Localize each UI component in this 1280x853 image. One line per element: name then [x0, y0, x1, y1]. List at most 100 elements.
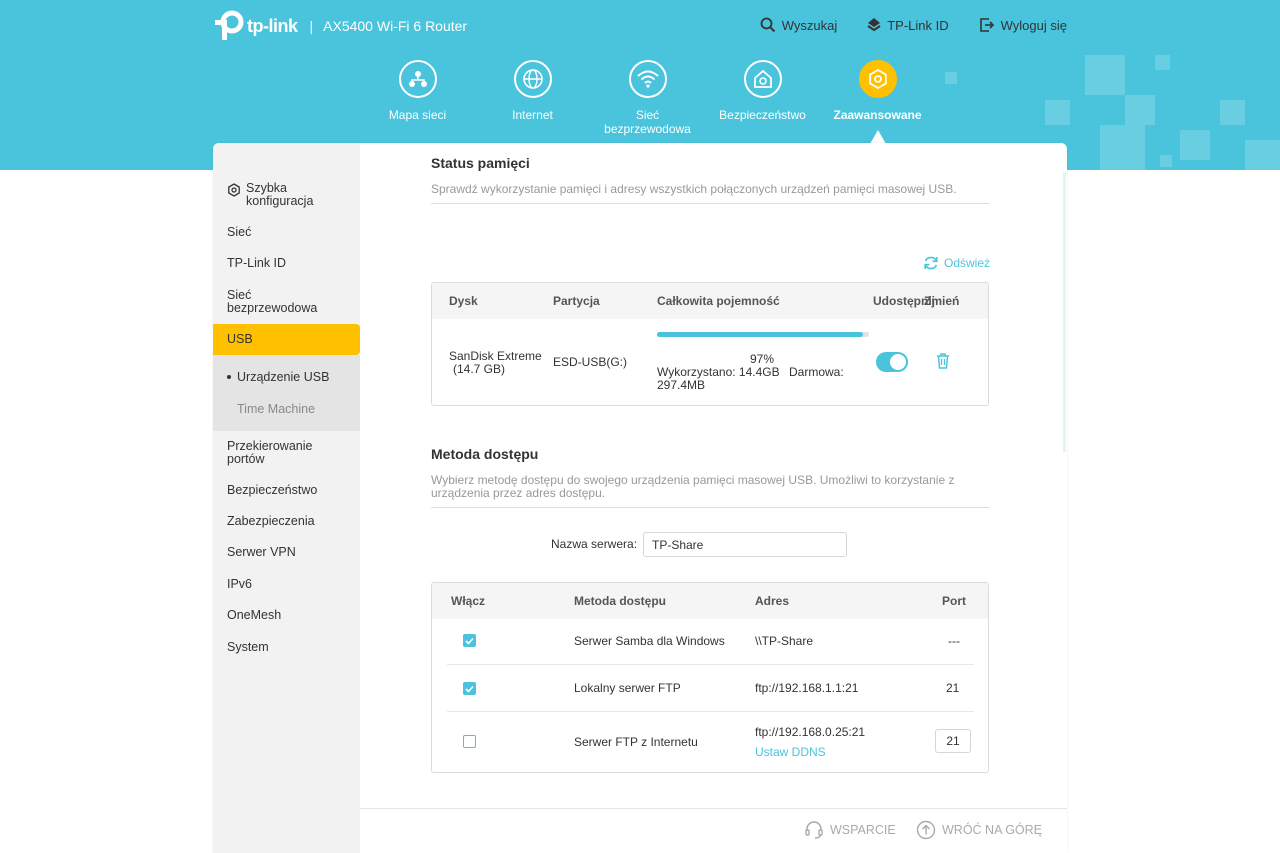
- wifi-icon: [636, 70, 659, 88]
- logo-separator: |: [309, 18, 314, 34]
- decor-pixel: [1045, 100, 1070, 125]
- back-to-top-link[interactable]: WRÓĆ NA GÓRĘ: [916, 820, 1042, 840]
- search-icon: [760, 17, 775, 33]
- content-area: Status pamięci Sprawdź wykorzystanie pam…: [360, 143, 1067, 853]
- sidebar-sub-usb-device[interactable]: Urządzenie USB: [227, 370, 329, 384]
- nav-label: Mapa sieci: [388, 108, 447, 122]
- arrow-up-circle-icon: [916, 820, 936, 840]
- nav-internet[interactable]: Internet: [475, 60, 590, 136]
- logout-button[interactable]: Wyloguj się: [979, 17, 1067, 33]
- router-model: AX5400 Wi-Fi 6 Router: [323, 18, 468, 34]
- nav-label: Sieć bezprzewodowa: [604, 108, 691, 136]
- decor-pixel: [1160, 155, 1172, 167]
- server-name-input[interactable]: [643, 532, 847, 557]
- advanced-gear-icon: [868, 68, 887, 90]
- set-ddns-link[interactable]: Ustaw DDNS: [755, 745, 826, 759]
- decor-pixel: [1245, 140, 1280, 170]
- sidebar-item-onemesh[interactable]: OneMesh: [227, 609, 281, 622]
- tplink-id-button[interactable]: TP-Link ID: [867, 17, 949, 33]
- sidebar-submenu: [213, 355, 360, 431]
- share-toggle[interactable]: [876, 352, 908, 372]
- table-header: Dysk Partycja Całkowita pojemność Udostę…: [432, 283, 988, 319]
- sidebar-item-ipv6[interactable]: IPv6: [227, 578, 252, 591]
- network-map-icon: [408, 71, 427, 87]
- row-divider: [447, 711, 974, 712]
- column-header-port: Port: [942, 594, 966, 608]
- column-header-modify: Zmień: [924, 294, 960, 308]
- internet-ftp-enable-checkbox[interactable]: [463, 735, 476, 748]
- divider: [431, 203, 989, 204]
- active-dot: [227, 375, 231, 379]
- table-row: SanDisk Extreme (14.7 GB) ESD-USB(G:) 97…: [432, 319, 988, 405]
- method-port: ---: [948, 634, 960, 648]
- nav-network-map[interactable]: Mapa sieci: [360, 60, 475, 136]
- decor-pixel: [1125, 95, 1155, 125]
- globe-icon: [522, 69, 543, 89]
- support-label: WSPARCIE: [830, 823, 896, 837]
- nav-wireless[interactable]: Sieć bezprzewodowa: [590, 60, 705, 136]
- logout-icon: [979, 18, 994, 32]
- sidebar-item-system[interactable]: System: [227, 641, 269, 654]
- decor-pixel: [1085, 55, 1125, 95]
- tplink-id-label: TP-Link ID: [887, 17, 949, 33]
- storage-table: Dysk Partycja Całkowita pojemność Udostę…: [431, 282, 989, 406]
- nav-advanced[interactable]: Zaawansowane: [820, 60, 935, 144]
- column-header-address: Adres: [755, 594, 790, 608]
- method-address: \\TP-Share: [755, 634, 814, 648]
- headset-icon: [805, 821, 823, 839]
- sidebar-item-quick-setup[interactable]: Szybka konfiguracja: [227, 182, 326, 208]
- back-to-top-label: WRÓĆ NA GÓRĘ: [942, 823, 1043, 837]
- sidebar-item-security[interactable]: Bezpieczeństwo: [227, 484, 317, 497]
- nav-label: Bezpieczeństwo: [719, 108, 806, 122]
- access-method-table: Włącz Metoda dostępu Adres Port Serwer S…: [431, 582, 989, 773]
- decor-pixel: [1220, 100, 1245, 125]
- local-ftp-enable-checkbox[interactable]: [463, 682, 476, 695]
- sidebar-sub-time-machine[interactable]: Time Machine: [237, 402, 315, 416]
- nav-security[interactable]: Bezpieczeństwo: [705, 60, 820, 136]
- sidebar-item-port-forwarding[interactable]: Przekierowanie portów: [227, 440, 327, 466]
- server-name-label: Nazwa serwera:: [551, 537, 638, 551]
- checkmark-icon: [465, 637, 474, 645]
- logo-text: tp-link: [247, 15, 298, 36]
- sidebar-item-vpn-server[interactable]: Serwer VPN: [227, 546, 296, 559]
- method-name: Lokalny serwer FTP: [574, 681, 681, 695]
- scrollbar-thumb[interactable]: [1063, 172, 1066, 452]
- sidebar-item-wireless[interactable]: Sieć bezprzewodowa: [227, 289, 327, 315]
- decor-pixel: [1155, 55, 1170, 70]
- tplink-logo-icon: [215, 10, 244, 40]
- sidebar-item-network[interactable]: Sieć: [227, 226, 251, 239]
- sidebar-item-protection[interactable]: Zabezpieczenia: [227, 515, 315, 528]
- refresh-button[interactable]: Odśwież: [923, 255, 990, 271]
- internet-ftp-port-input[interactable]: [935, 729, 971, 753]
- storage-status-description: Sprawdź wykorzystanie pamięci i adresy w…: [431, 182, 957, 196]
- main-nav: Mapa sieci Internet Sieć bezprzewodowa B…: [360, 60, 935, 144]
- samba-enable-checkbox[interactable]: [463, 634, 476, 647]
- nav-label: Zaawansowane: [833, 108, 922, 122]
- tplink-logo[interactable]: tp-link | AX5400 Wi-Fi 6 Router: [213, 10, 467, 42]
- toggle-knob: [890, 354, 906, 370]
- sidebar-item-usb[interactable]: USB: [227, 333, 253, 346]
- used-space: Wykorzystano: 14.4GB: [657, 365, 780, 379]
- delete-trash-icon[interactable]: [936, 353, 950, 369]
- sidebar-sub-label: Urządzenie USB: [237, 370, 330, 384]
- nav-label: Internet: [512, 108, 553, 122]
- refresh-icon: [924, 256, 938, 270]
- disk-size: (14.7 GB): [453, 362, 506, 376]
- search-button[interactable]: Wyszukaj: [760, 17, 837, 33]
- method-name: Serwer FTP z Internetu: [574, 735, 698, 749]
- sidebar-item-tplink-id[interactable]: TP-Link ID: [227, 257, 286, 270]
- tplink-id-icon: [867, 18, 881, 32]
- usage-percent: 97%: [750, 352, 775, 366]
- column-header-capacity: Całkowita pojemność: [657, 294, 780, 308]
- support-link[interactable]: WSPARCIE: [804, 820, 896, 840]
- capacity-progress-bar: [657, 332, 869, 337]
- main-card: Szybka konfiguracja Sieć TP-Link ID Sieć…: [213, 143, 1067, 853]
- method-address: ftp://192.168.0.25:21: [755, 725, 866, 739]
- top-actions: Wyszukaj TP-Link ID Wyloguj się: [760, 17, 1067, 33]
- decor-pixel: [1180, 130, 1210, 160]
- column-header-disk: Dysk: [449, 294, 478, 308]
- decor-pixel: [1100, 125, 1145, 170]
- method-name: Serwer Samba dla Windows: [574, 634, 725, 648]
- quick-setup-gear-icon: [228, 183, 240, 197]
- storage-status-title: Status pamięci: [431, 155, 530, 171]
